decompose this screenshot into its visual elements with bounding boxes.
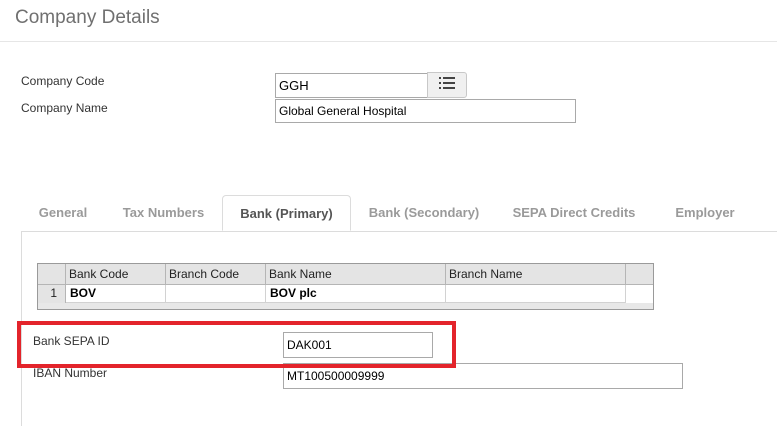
grid-corner-header	[38, 264, 66, 285]
tab-employer[interactable]: Employer	[651, 195, 759, 231]
bank-grid[interactable]: Bank Code Branch Code Bank Name Branch N…	[37, 263, 654, 310]
iban-number-field[interactable]	[283, 363, 683, 389]
company-name-label: Company Name	[21, 101, 108, 115]
company-code-label: Company Code	[21, 74, 105, 88]
table-cell-branch-code[interactable]	[166, 285, 266, 303]
company-code-field[interactable]	[275, 73, 428, 98]
tab-bar: General Tax Numbers Bank (Primary) Bank …	[21, 195, 777, 231]
bank-sepa-id-label: Bank SEPA ID	[33, 334, 110, 348]
tab-bank-secondary[interactable]: Bank (Secondary)	[351, 195, 497, 231]
tab-tax-numbers[interactable]: Tax Numbers	[105, 195, 222, 231]
table-cell-bank-code[interactable]: BOV	[66, 285, 166, 303]
grid-header-filler	[626, 264, 653, 285]
page-title: Company Details	[15, 7, 160, 28]
company-name-field[interactable]	[275, 99, 576, 123]
iban-number-label: IBAN Number	[33, 366, 108, 380]
column-header-bank-name[interactable]: Bank Name	[266, 264, 446, 285]
column-header-bank-code[interactable]: Bank Code	[66, 264, 166, 285]
panel-border	[21, 231, 22, 426]
tab-sepa-direct-credits[interactable]: SEPA Direct Credits	[497, 195, 651, 231]
column-header-branch-name[interactable]: Branch Name	[446, 264, 626, 285]
tab-bank-primary[interactable]: Bank (Primary)	[222, 195, 351, 231]
table-cell-bank-name[interactable]: BOV plc	[266, 285, 446, 303]
list-icon	[439, 76, 455, 94]
title-divider	[0, 41, 777, 42]
table-cell-branch-name[interactable]	[446, 285, 626, 303]
column-header-branch-code[interactable]: Branch Code	[166, 264, 266, 285]
row-number: 1	[38, 285, 66, 303]
tab-divider	[21, 231, 777, 232]
tab-general[interactable]: General	[21, 195, 105, 231]
grid-horizontal-scrollbar[interactable]	[38, 303, 653, 309]
company-code-lookup-button[interactable]	[427, 72, 467, 98]
bank-sepa-id-field[interactable]	[283, 332, 433, 358]
